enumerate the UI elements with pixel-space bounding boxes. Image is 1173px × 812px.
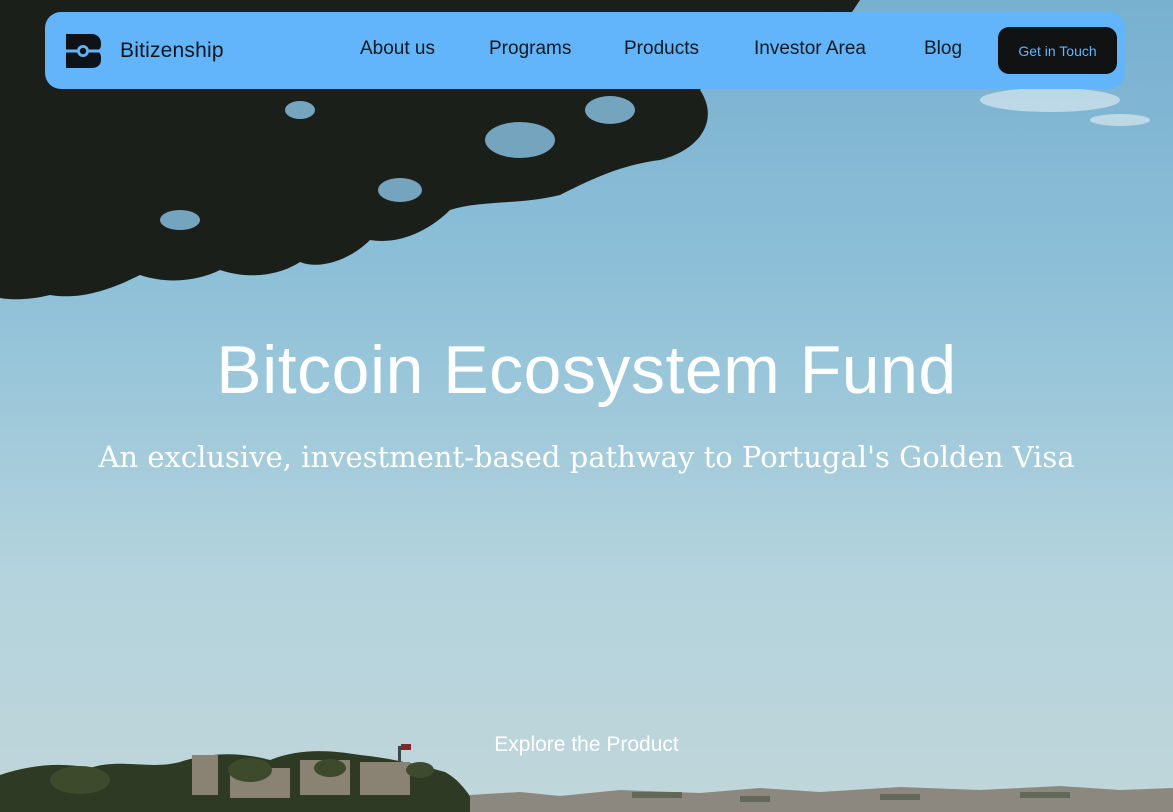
nav-item-about-us[interactable]: About us <box>360 38 435 60</box>
get-in-touch-button[interactable]: Get in Touch <box>998 27 1117 74</box>
hero-title: Bitcoin Ecosystem Fund <box>216 332 957 408</box>
top-navbar: Bitizenship About us Programs Products I… <box>45 12 1125 89</box>
nav-links: About us Programs Products Investor Area… <box>45 12 1125 89</box>
nav-item-blog[interactable]: Blog <box>924 38 962 60</box>
explore-product-link[interactable]: Explore the Product <box>0 733 1173 757</box>
hero-section: Bitizenship About us Programs Products I… <box>0 0 1173 812</box>
nav-item-products[interactable]: Products <box>624 38 699 60</box>
nav-item-investor-area[interactable]: Investor Area <box>754 38 866 60</box>
nav-item-programs[interactable]: Programs <box>489 38 571 60</box>
hero-subtitle: An exclusive, investment-based pathway t… <box>98 440 1075 474</box>
